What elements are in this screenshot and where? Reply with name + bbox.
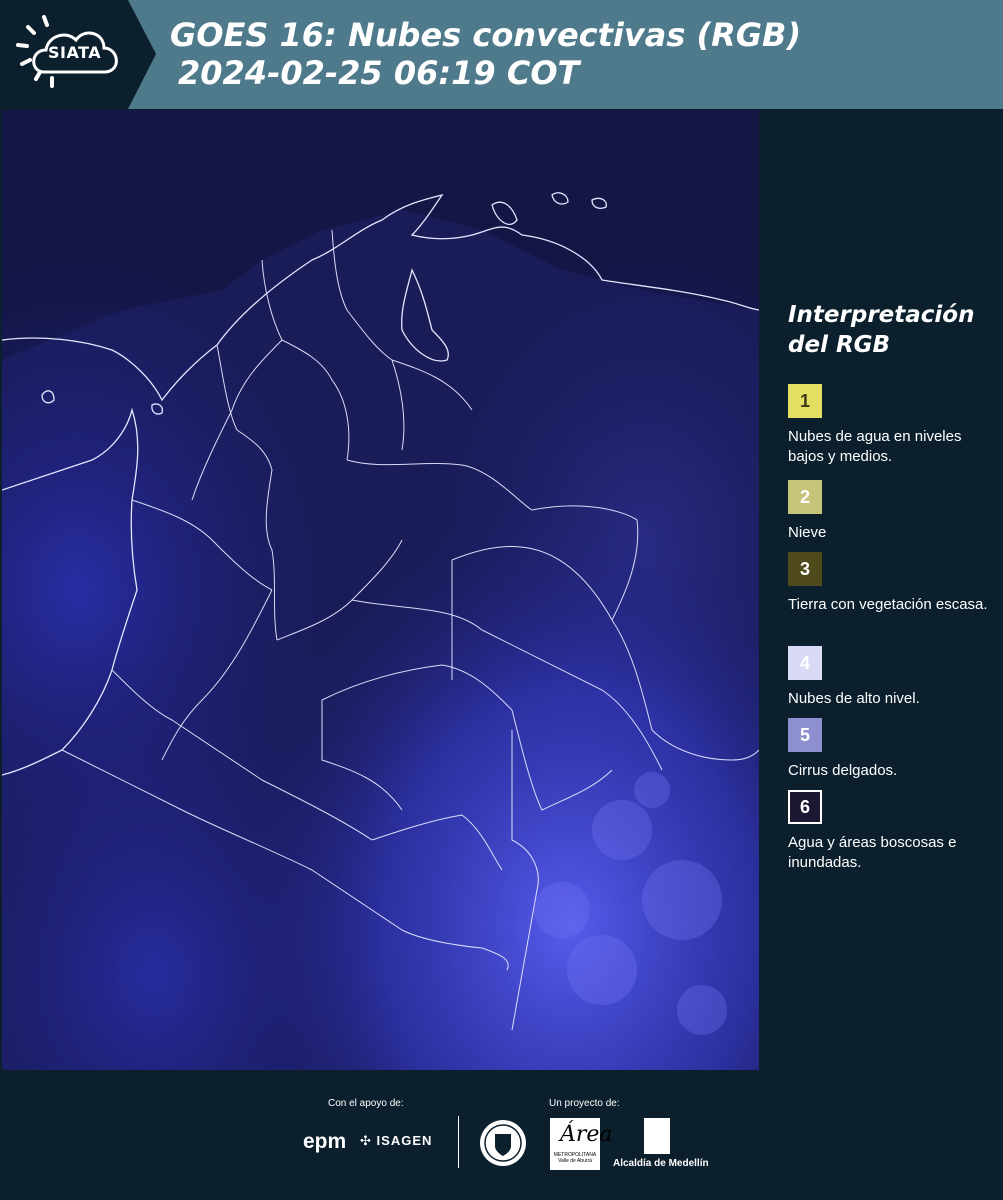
legend-item-4: 4 Nubes de alto nivel.	[788, 646, 993, 709]
legend-swatch-4: 4	[788, 646, 822, 680]
legend-swatch-5: 5	[788, 718, 822, 752]
legend-label-5: Cirrus delgados.	[788, 762, 898, 779]
area-logo-script: Área	[560, 1122, 613, 1147]
satellite-map	[2, 110, 759, 1070]
area-metropolitana-logo: Área METROPOLITANA Valle de Aburrá	[550, 1118, 613, 1170]
page-title: GOES 16: Nubes convectivas (RGB)	[170, 16, 802, 54]
footer-divider	[458, 1116, 459, 1168]
legend-item-2: 2 Nieve	[788, 480, 993, 543]
legend-swatch-6: 6	[788, 790, 822, 824]
legend-title-line2: del RGB	[788, 332, 891, 358]
legend-title: Interpretación del RGB	[788, 300, 993, 360]
legend-label-3: Tierra con vegetación escasa.	[788, 596, 988, 613]
legend: Interpretación del RGB 1 Nubes de agua e…	[788, 300, 993, 871]
timestamp: 2024-02-25 06:19 COT	[178, 54, 580, 92]
isagen-logo: ✣ ISAGEN	[360, 1133, 432, 1149]
isagen-mark-icon: ✣	[360, 1133, 372, 1148]
legend-title-line1: Interpretación	[788, 302, 975, 328]
legend-label-6: Agua y áreas boscosas e inundadas.	[788, 834, 957, 871]
siata-logo-text: SIATA	[48, 43, 102, 62]
legend-swatch-2: 2	[788, 480, 822, 514]
area-logo-subtitle: METROPOLITANA Valle de Aburrá	[553, 1152, 597, 1164]
legend-item-6: 6 Agua y áreas boscosas e inundadas.	[788, 790, 993, 873]
isagen-logo-text: ISAGEN	[376, 1133, 433, 1148]
legend-label-1: Nubes de agua en niveles bajos y medios.	[788, 428, 962, 465]
convective-cloud-area	[2, 110, 759, 1070]
legend-swatch-3: 3	[788, 552, 822, 586]
footer: Con el apoyo de: epm ✣ ISAGEN Un proyect…	[0, 1070, 1003, 1200]
legend-swatch-1: 1	[788, 384, 822, 418]
siata-logo: SIATA	[0, 0, 160, 109]
legend-item-1: 1 Nubes de agua en niveles bajos y medio…	[788, 384, 993, 467]
alcaldia-label: Alcaldía de Medellín	[613, 1158, 709, 1169]
header-bar: SIATA GOES 16: Nubes convectivas (RGB) 2…	[0, 0, 1003, 109]
medellin-seal-icon	[480, 1120, 526, 1166]
legend-item-5: 5 Cirrus delgados.	[788, 718, 993, 781]
project-label: Un proyecto de:	[549, 1098, 620, 1109]
legend-label-4: Nubes de alto nivel.	[788, 690, 920, 707]
epm-logo: epm	[303, 1130, 347, 1153]
legend-label-2: Nieve	[788, 524, 827, 541]
support-label: Con el apoyo de:	[328, 1098, 404, 1109]
alcaldia-shield-icon	[644, 1118, 670, 1154]
legend-item-3: 3 Tierra con vegetación escasa.	[788, 552, 993, 615]
